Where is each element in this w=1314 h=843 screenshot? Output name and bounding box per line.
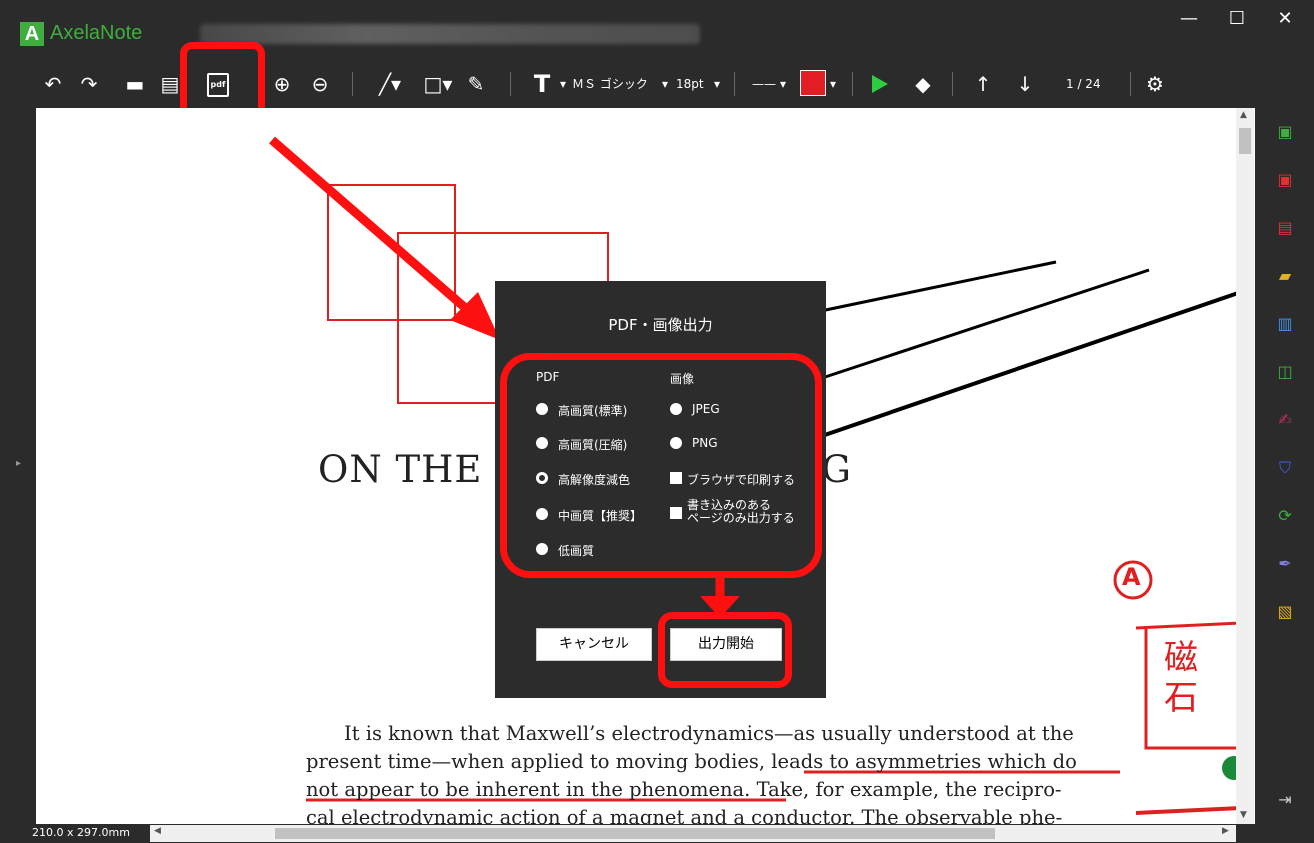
start-button-highlight [658, 612, 792, 688]
app-window: A AxelaNote — ☐ ✕ ↶ ↷ ▬ ▤ ⊕ ⊖ ╱▾ □▾ ✎ T … [0, 0, 1314, 843]
dialog-arrow-overlay [700, 578, 740, 618]
